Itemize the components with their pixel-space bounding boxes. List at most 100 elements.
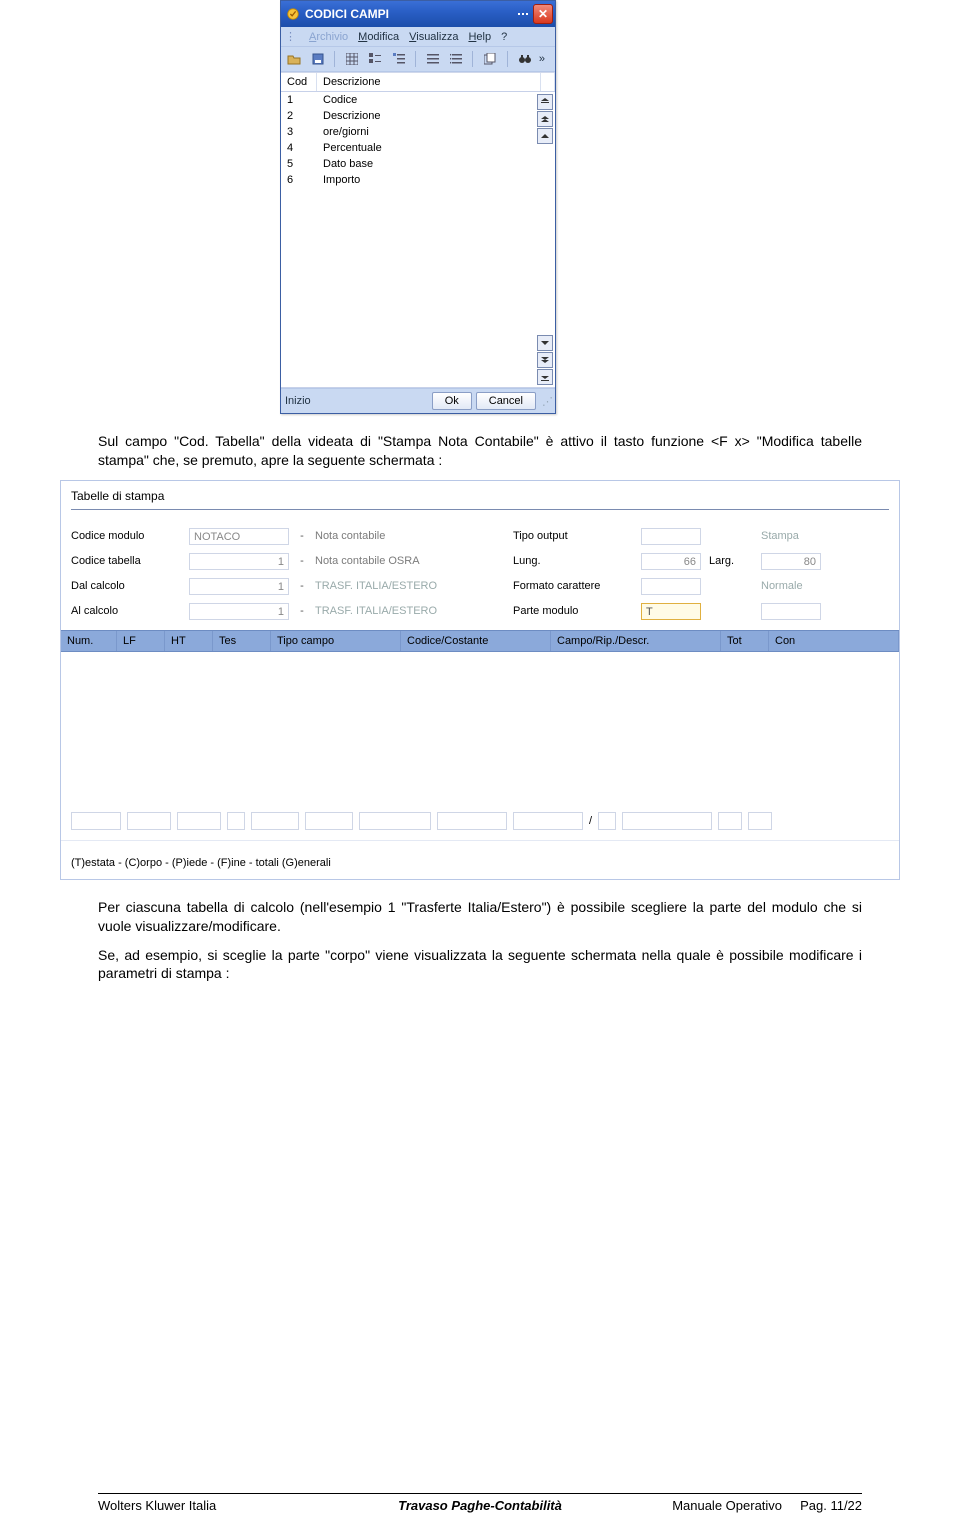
input-campo-rip-1[interactable] xyxy=(598,812,616,830)
col-con[interactable]: Con xyxy=(769,631,899,651)
form-footer-legend: (T)estata - (C)orpo - (P)iede - (F)ine -… xyxy=(61,840,899,879)
col-tipo-campo[interactable]: Tipo campo xyxy=(271,631,401,651)
col-ht[interactable]: HT xyxy=(165,631,213,651)
resize-grip-icon[interactable]: ⋰ xyxy=(542,395,551,408)
col-num[interactable]: Num. xyxy=(61,631,117,651)
col-tes[interactable]: Tes xyxy=(213,631,271,651)
input-campo-rip-2[interactable] xyxy=(622,812,712,830)
input-ht[interactable] xyxy=(177,812,221,830)
col-codice-costante[interactable]: Codice/Costante xyxy=(401,631,551,651)
ok-button[interactable]: Ok xyxy=(432,392,472,410)
chevron-right-icon[interactable]: » xyxy=(539,53,551,65)
label-tipo-output: Tipo output xyxy=(513,530,633,542)
status-label: Inizio xyxy=(285,395,311,407)
codice-modulo-code[interactable]: NOTACO xyxy=(189,528,289,545)
lung-value[interactable]: 66 xyxy=(641,553,701,570)
label-codice-tabella: Codice tabella xyxy=(71,555,181,567)
open-icon[interactable] xyxy=(285,50,303,68)
label-larg: Larg. xyxy=(709,555,753,567)
slash-separator: / xyxy=(589,815,592,827)
close-icon[interactable]: ✕ xyxy=(533,4,553,24)
col-tot[interactable]: Tot xyxy=(721,631,769,651)
formato-car-desc: Normale xyxy=(761,580,821,592)
toolbar: » xyxy=(281,47,555,72)
col-campo-rip[interactable]: Campo/Rip./Descr. xyxy=(551,631,721,651)
binoculars-icon[interactable] xyxy=(516,50,534,68)
grid-row[interactable]: 6Importo xyxy=(281,172,555,188)
input-tes-1[interactable] xyxy=(227,812,245,830)
paragraph-2: Per ciascuna tabella di calcolo (nell'es… xyxy=(98,898,862,936)
grid-header: Cod Descrizione xyxy=(281,72,555,92)
grip-icon: ⋮ xyxy=(285,30,296,43)
cancel-button[interactable]: Cancel xyxy=(476,392,536,410)
scroll-up-icon[interactable] xyxy=(537,128,553,144)
input-cod-cost-1[interactable] xyxy=(437,812,507,830)
list-icon-2[interactable] xyxy=(447,50,465,68)
codice-tabella-code[interactable]: 1 xyxy=(189,553,289,570)
label-codice-modulo: Codice modulo xyxy=(71,530,181,542)
col-desc[interactable]: Descrizione xyxy=(317,73,541,91)
label-lung: Lung. xyxy=(513,555,633,567)
formato-car-code[interactable] xyxy=(641,578,701,595)
grid-row[interactable]: 5Dato base xyxy=(281,156,555,172)
menubar: ⋮ Archivio Modifica Visualizza Help ? xyxy=(281,27,555,47)
window-options-icon[interactable] xyxy=(515,6,531,22)
label-dal-calcolo: Dal calcolo xyxy=(71,580,181,592)
footer-center: Travaso Paghe-Contabilità xyxy=(353,1498,608,1513)
input-num[interactable] xyxy=(71,812,121,830)
window-title: CODICI CAMPI xyxy=(305,7,515,21)
grid-row[interactable]: 3ore/giorni xyxy=(281,124,555,140)
scroll-page-down-icon[interactable] xyxy=(537,352,553,368)
menu-question[interactable]: ? xyxy=(501,31,507,43)
codice-modulo-desc: Nota contabile xyxy=(315,530,505,542)
input-tipo-campo-1[interactable] xyxy=(305,812,353,830)
tabelle-di-stampa-form: Tabelle di stampa Codice modulo NOTACO -… xyxy=(60,480,900,880)
tipo-output-code[interactable] xyxy=(641,528,701,545)
input-lf[interactable] xyxy=(127,812,171,830)
table-icon[interactable] xyxy=(343,50,361,68)
input-tipo-campo-2[interactable] xyxy=(359,812,431,830)
parte-modulo-desc[interactable] xyxy=(761,603,821,620)
scroll-bottom-icon[interactable] xyxy=(537,369,553,385)
menu-modifica[interactable]: Modifica xyxy=(358,31,399,43)
input-con[interactable] xyxy=(748,812,772,830)
label-parte-modulo: Parte modulo xyxy=(513,605,633,617)
al-calcolo-code[interactable]: 1 xyxy=(189,603,289,620)
footer-left: Wolters Kluwer Italia xyxy=(98,1498,353,1513)
col-cod[interactable]: Cod xyxy=(281,73,317,91)
col-lf[interactable]: LF xyxy=(117,631,165,651)
save-icon[interactable] xyxy=(308,50,326,68)
paragraph-3: Se, ad esempio, si sceglie la parte "cor… xyxy=(98,946,862,984)
codice-tabella-desc: Nota contabile OSRA xyxy=(315,555,505,567)
copy-icon[interactable] xyxy=(481,50,499,68)
tree-icon[interactable] xyxy=(366,50,384,68)
titlebar[interactable]: CODICI CAMPI ✕ xyxy=(281,1,555,27)
scroll-top-icon[interactable] xyxy=(537,94,553,110)
form-title: Tabelle di stampa xyxy=(71,489,889,503)
larg-value[interactable]: 80 xyxy=(761,553,821,570)
input-tot[interactable] xyxy=(718,812,742,830)
input-cod-cost-2[interactable] xyxy=(513,812,583,830)
grid-row[interactable]: 1Codice xyxy=(281,92,555,108)
app-icon xyxy=(285,6,301,22)
menu-archivio[interactable]: Archivio xyxy=(309,31,348,43)
grid-row[interactable]: 2Descrizione xyxy=(281,108,555,124)
menu-visualizza[interactable]: Visualizza xyxy=(409,31,458,43)
statusbar: Inizio Ok Cancel ⋰ xyxy=(281,388,555,413)
parte-modulo-input[interactable]: T xyxy=(641,603,701,620)
tipo-output-desc: Stampa xyxy=(761,530,821,542)
col-spacer xyxy=(541,73,555,91)
al-calcolo-desc: TRASF. ITALIA/ESTERO xyxy=(315,605,505,617)
menu-help[interactable]: Help xyxy=(468,31,491,43)
scroll-page-up-icon[interactable] xyxy=(537,111,553,127)
input-tes-2[interactable] xyxy=(251,812,299,830)
dal-calcolo-code[interactable]: 1 xyxy=(189,578,289,595)
detail-table-body xyxy=(61,652,899,802)
detail-input-row: / xyxy=(61,802,899,840)
list-icon-1[interactable] xyxy=(424,50,442,68)
scroll-down-icon[interactable] xyxy=(537,335,553,351)
list-select-icon[interactable] xyxy=(389,50,407,68)
paragraph-1: Sul campo "Cod. Tabella" della videata d… xyxy=(98,432,862,470)
footer-right: Manuale Operativo Pag. 11/22 xyxy=(607,1498,862,1513)
grid-row[interactable]: 4Percentuale xyxy=(281,140,555,156)
